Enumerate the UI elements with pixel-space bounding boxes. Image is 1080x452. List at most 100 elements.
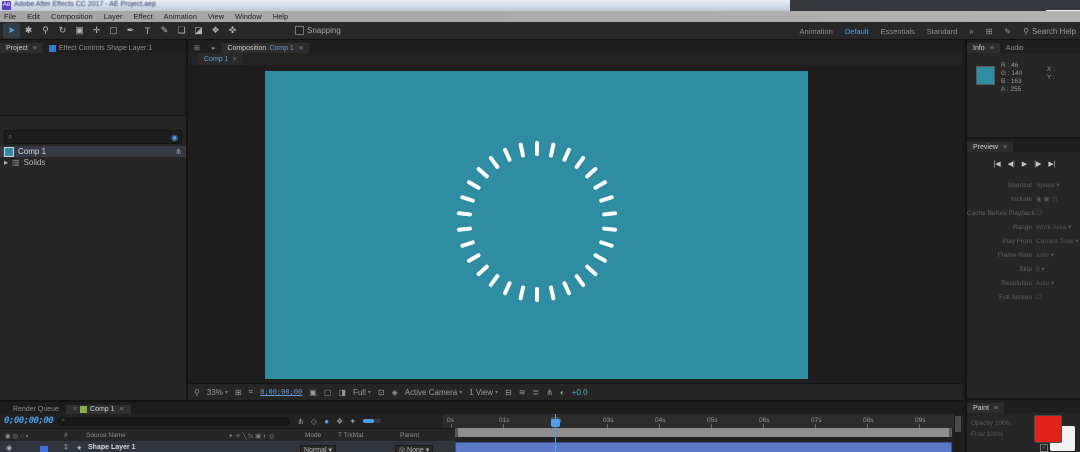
panel-menu-icon[interactable]: ≡: [990, 45, 994, 52]
last-frame-button[interactable]: ▶|: [1048, 160, 1055, 168]
channels-icon[interactable]: ◨: [338, 388, 346, 397]
tab-render-queue[interactable]: Render Queue: [6, 405, 66, 414]
snapping-checkbox[interactable]: [295, 26, 304, 35]
project-item-comp-1[interactable]: Comp 1⋔: [0, 146, 186, 157]
rotation-tool[interactable]: ↻: [54, 23, 71, 38]
preview-row-skip[interactable]: Skip0 ▾: [967, 262, 1080, 276]
view-layout-select[interactable]: 1 View▾: [469, 388, 498, 397]
transparency-grid-icon[interactable]: ◈: [392, 388, 398, 397]
tab-composition[interactable]: Composition Comp 1 ≡: [221, 43, 309, 53]
timeline-scrollbar[interactable]: [954, 414, 962, 452]
layer-duration-bar[interactable]: [455, 442, 952, 452]
close-icon[interactable]: ×: [233, 56, 237, 63]
preview-row-full-screen[interactable]: Full Screen☐: [967, 290, 1080, 304]
layer-visibility-icon[interactable]: ◉: [6, 444, 12, 452]
first-frame-button[interactable]: |◀: [993, 160, 1000, 168]
play-button[interactable]: ▶: [1022, 160, 1027, 168]
snapshot-icon[interactable]: ▣: [309, 388, 317, 397]
zoom-tool[interactable]: ⚲: [37, 23, 54, 38]
layer-label-color[interactable]: [40, 446, 48, 452]
exposure-value[interactable]: +0.0: [572, 388, 588, 397]
menu-item-animation[interactable]: Animation: [164, 12, 197, 21]
current-time-field[interactable]: 0;00;00;00: [4, 416, 53, 426]
pen-tool[interactable]: ✒: [122, 23, 139, 38]
roto-brush-tool[interactable]: ❖: [207, 23, 224, 38]
playhead[interactable]: [551, 419, 560, 427]
workspace-essentials[interactable]: Essentials: [881, 27, 915, 36]
menu-item-window[interactable]: Window: [235, 12, 262, 21]
tab-audio[interactable]: Audio: [1000, 43, 1030, 53]
panel-menu-icon[interactable]: ≡: [994, 405, 998, 412]
eraser-tool[interactable]: ◪: [190, 23, 207, 38]
pixel-aspect-icon[interactable]: ⊟: [505, 388, 512, 397]
resolution-select[interactable]: Full▾: [353, 388, 371, 397]
timeline-button-icon[interactable]: ≣: [533, 388, 540, 397]
tab-timeline-comp[interactable]: × Comp 1 ≡: [66, 405, 131, 414]
workspace-animation[interactable]: Animation: [799, 27, 832, 36]
previous-frame-button[interactable]: ◀|: [1008, 160, 1015, 168]
panel-menu-icon[interactable]: ≡: [120, 406, 124, 413]
pan-behind-tool[interactable]: ✛: [88, 23, 105, 38]
next-frame-button[interactable]: |▶: [1034, 160, 1041, 168]
layer-row[interactable]: ◉ 1 ★ Shape Layer 1 Normal ▾ ◎ None ▾: [0, 441, 455, 452]
clone-stamp-tool[interactable]: ❏: [173, 23, 190, 38]
timeline-search-input[interactable]: ⌕: [57, 417, 290, 426]
workspace-overflow-icon[interactable]: »: [969, 27, 973, 36]
twirl-icon[interactable]: ▸: [4, 158, 8, 167]
fast-preview-icon[interactable]: ≋: [519, 388, 526, 397]
viewer-comp-tab[interactable]: Comp 1 ×: [198, 53, 243, 65]
ruler-icon[interactable]: ⌗: [249, 387, 254, 397]
current-time-display[interactable]: 0;00;00;00: [260, 388, 302, 396]
blend-mode-select[interactable]: Normal ▾: [300, 445, 336, 452]
workspace-grid-icon[interactable]: ⊞: [986, 27, 993, 36]
panel-menu-icon[interactable]: ≡: [1003, 144, 1007, 151]
paint-checkbox[interactable]: ✓: [1040, 444, 1048, 452]
preview-row-frame-rate[interactable]: Frame Rateauto ▾: [967, 248, 1080, 262]
tab-info[interactable]: Info ≡: [967, 43, 1000, 53]
workspace-standard[interactable]: Standard: [927, 27, 957, 36]
project-search-input[interactable]: ⌕ ◉: [4, 130, 182, 144]
preview-row-play-from[interactable]: Play FromCurrent Time ▾: [967, 234, 1080, 248]
menu-item-composition[interactable]: Composition: [51, 12, 93, 21]
tab-preview[interactable]: Preview ≡: [967, 142, 1013, 152]
camera-view-select[interactable]: Active Camera▾: [405, 388, 462, 397]
time-ruler[interactable]: 0s01s02s03s04s05s06s07s08s09s: [443, 414, 963, 429]
snapping-toggle[interactable]: Snapping: [295, 26, 341, 35]
selection-tool[interactable]: ➤: [3, 23, 20, 38]
draft-3d-icon[interactable]: ◇: [307, 417, 320, 426]
preview-row-shortcut[interactable]: ShortcutSpace ▾: [967, 178, 1080, 192]
composition-canvas[interactable]: [265, 71, 808, 379]
preview-row-include[interactable]: Include◉ ▣ ◫: [967, 192, 1080, 206]
hand-tool[interactable]: ✱: [20, 23, 37, 38]
fill-color-swatch[interactable]: [1034, 415, 1062, 443]
timeline-zoom-slider[interactable]: [363, 419, 381, 423]
project-item-solids[interactable]: ▸▥Solids: [0, 157, 186, 168]
camera-tool[interactable]: ▣: [71, 23, 88, 38]
preview-row-resolution[interactable]: ResolutionAuto ▾: [967, 276, 1080, 290]
zoom-level-select[interactable]: 33%▾: [207, 388, 228, 397]
flowchart-icon[interactable]: ⋔: [175, 147, 182, 156]
brush-tool[interactable]: ✎: [156, 23, 173, 38]
tab-project[interactable]: Project ≡: [0, 43, 43, 53]
menu-item-file[interactable]: File: [4, 12, 16, 21]
region-of-interest-icon[interactable]: ⊡: [378, 388, 385, 397]
source-name-header[interactable]: Source Name: [86, 432, 126, 439]
menu-item-layer[interactable]: Layer: [104, 12, 123, 21]
close-icon[interactable]: ×: [73, 406, 77, 413]
reset-exposure-icon[interactable]: ◐: [560, 388, 565, 397]
shape-tool[interactable]: ▢: [105, 23, 122, 38]
panel-menu-icon[interactable]: ≡: [299, 45, 303, 52]
edit-workspaces-icon[interactable]: ✎: [1004, 27, 1011, 36]
tab-effect-controls[interactable]: Effect Controls Shape Layer 1: [43, 43, 158, 53]
viewer-lock-icon[interactable]: ⊞: [188, 42, 206, 53]
parent-select[interactable]: ◎ None ▾: [395, 445, 433, 452]
project-filter-icon[interactable]: ◉: [171, 133, 178, 142]
preview-row-range[interactable]: RangeWork Area ▾: [967, 220, 1080, 234]
motion-blur-icon[interactable]: ●: [320, 417, 333, 426]
menu-item-effect[interactable]: Effect: [133, 12, 152, 21]
flowchart-icon[interactable]: ⋔: [546, 388, 553, 397]
frame-blend-icon[interactable]: ❖: [333, 417, 346, 426]
layer-name[interactable]: Shape Layer 1: [88, 444, 135, 451]
menu-item-edit[interactable]: Edit: [27, 12, 40, 21]
work-area-bar[interactable]: [455, 428, 952, 437]
